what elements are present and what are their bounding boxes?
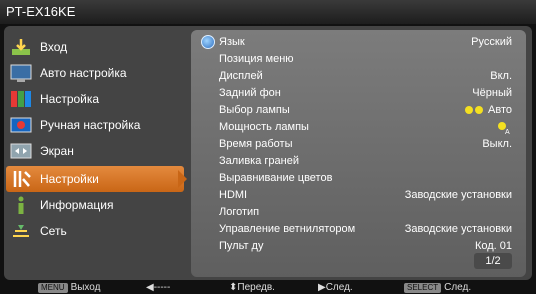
setting-label: Логотип xyxy=(219,206,260,218)
setting-label: Позиция меню xyxy=(219,53,294,65)
setting-label: Мощность лампы xyxy=(219,121,309,133)
setting-row-display[interactable]: Дисплей Вкл. xyxy=(191,68,526,85)
next-hint: ▶След. xyxy=(318,282,353,293)
sidebar-item-settings[interactable]: Настройки xyxy=(6,166,184,192)
setting-value: Заводские установки xyxy=(404,189,512,201)
setting-label: Задний фон xyxy=(219,87,281,99)
setting-value: Русский xyxy=(471,36,512,48)
window-title: PT-EX16KE xyxy=(0,0,536,24)
svg-text:A: A xyxy=(505,129,510,135)
globe-icon xyxy=(201,35,215,49)
palette-icon xyxy=(10,89,32,109)
exit-label: Выход xyxy=(70,282,101,293)
select-hint[interactable]: SELECT След. xyxy=(404,281,471,294)
sidebar-item-information[interactable]: Информация xyxy=(6,192,184,218)
setting-row-runtime[interactable]: Время работы Выкл. xyxy=(191,136,526,153)
setting-label: Язык xyxy=(219,36,245,48)
sidebar-item-label: Настройки xyxy=(40,172,99,186)
lamp-bulb-icon xyxy=(465,106,474,115)
setting-value: Заводские установки xyxy=(404,223,512,235)
setting-label: Выравнивание цветов xyxy=(219,172,333,184)
setting-value: Выкл. xyxy=(482,138,512,150)
setting-label: Время работы xyxy=(219,138,293,150)
sidebar-item-label: Информация xyxy=(40,198,114,212)
lamp-select-value-group: Авто xyxy=(465,104,512,116)
setting-row-lamp-power[interactable]: Мощность лампы A xyxy=(191,119,526,136)
sidebar-item-manual-setup[interactable]: Ручная настройка xyxy=(6,112,184,138)
sidebar-item-input[interactable]: Вход xyxy=(6,34,184,60)
setting-row-menu-position[interactable]: Позиция меню xyxy=(191,51,526,68)
setting-row-fan-control[interactable]: Управление ветнилятором Заводские устано… xyxy=(191,221,526,238)
setting-row-color-matching[interactable]: Выравнивание цветов xyxy=(191,170,526,187)
footer-hints: MENU Выход ◀----- ⬍Передв. ▶След. SELECT С… xyxy=(0,281,536,294)
setting-label: HDMI xyxy=(219,189,248,201)
setting-label: Выбор лампы xyxy=(219,104,290,116)
sidebar-item-label: Авто настройка xyxy=(40,66,127,80)
exit-hint[interactable]: MENU Выход xyxy=(38,281,100,294)
monitor-icon xyxy=(10,63,32,83)
setting-label: Дисплей xyxy=(219,70,263,82)
info-icon xyxy=(10,195,32,215)
back-hint: ◀----- xyxy=(146,282,171,293)
page-indicator: 1/2 xyxy=(474,253,512,269)
sidebar-item-label: Сеть xyxy=(40,224,67,238)
sidebar-item-picture[interactable]: Настройка xyxy=(6,86,184,112)
settings-tools-icon xyxy=(10,169,32,189)
menu-key: MENU xyxy=(38,283,68,293)
sidebar-item-label: Ручная настройка xyxy=(40,118,141,132)
sidebar-item-label: Вход xyxy=(40,40,68,54)
setting-row-lamp-select[interactable]: Выбор лампы Авто xyxy=(191,102,526,119)
network-icon xyxy=(10,221,32,241)
sidebar: Вход Авто настройка Настройка Ручная нас… xyxy=(6,30,184,275)
setting-row-language[interactable]: Язык Русский xyxy=(191,34,526,51)
sidebar-item-label: Настройка xyxy=(40,92,100,106)
setting-value: Код. 01 xyxy=(474,240,512,252)
input-icon xyxy=(10,37,32,57)
settings-panel: Язык Русский Позиция меню Дисплей Вкл. З… xyxy=(191,30,526,277)
setting-row-background[interactable]: Задний фон Чёрный xyxy=(191,85,526,102)
select-key: SELECT xyxy=(404,283,442,293)
sidebar-item-screen[interactable]: Экран xyxy=(6,138,184,164)
screen-icon xyxy=(10,141,32,161)
setting-label: Заливка граней xyxy=(219,155,299,167)
sidebar-item-label: Экран xyxy=(40,144,74,158)
image-adjust-icon xyxy=(10,115,32,135)
setting-value: Вкл. xyxy=(490,70,512,82)
move-hint: ⬍Передв. xyxy=(229,282,275,293)
sidebar-item-network[interactable]: Сеть xyxy=(6,218,184,244)
lamp-bulb-icon xyxy=(475,106,484,115)
setting-row-hdmi[interactable]: HDMI Заводские установки xyxy=(191,187,526,204)
setting-label: Управление ветнилятором xyxy=(219,223,356,235)
sidebar-item-auto-setup[interactable]: Авто настройка xyxy=(6,60,184,86)
setting-row-edge-blanking[interactable]: Заливка граней xyxy=(191,153,526,170)
active-item-pointer xyxy=(178,170,187,188)
setting-value: Чёрный xyxy=(472,87,512,99)
setting-value: Авто xyxy=(488,104,512,116)
select-label: След. xyxy=(444,282,472,293)
setting-row-logo[interactable]: Логотип xyxy=(191,204,526,221)
setting-label: Пульт ду xyxy=(219,240,264,252)
